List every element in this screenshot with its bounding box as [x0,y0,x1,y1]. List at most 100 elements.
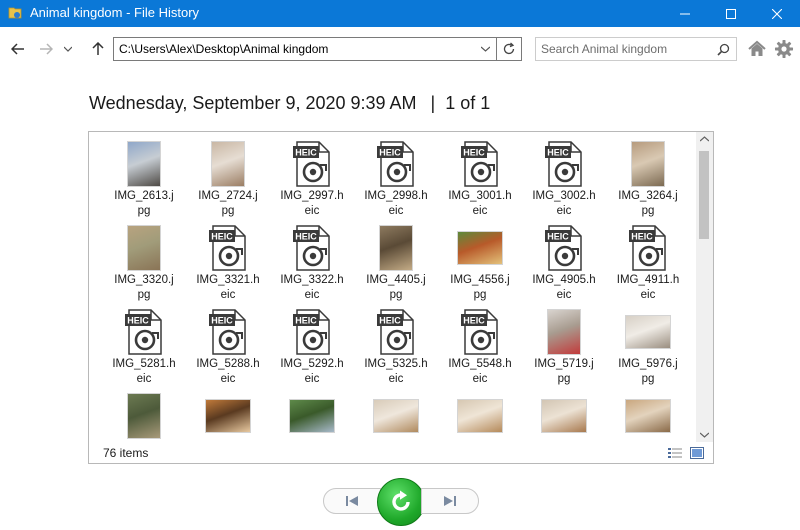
search-box[interactable] [535,37,737,61]
heic-file-icon: HEIC [461,141,498,187]
file-item[interactable] [522,385,606,442]
svg-text:HEIC: HEIC [547,148,569,158]
heic-file-icon: HEIC [125,309,162,355]
file-name-label: IMG_5719.j pg [524,357,604,387]
up-arrow-icon [92,42,104,55]
photo-thumbnail [289,399,335,433]
svg-text:HEIC: HEIC [463,148,485,158]
refresh-button[interactable] [497,37,522,61]
file-item[interactable]: HEIC IMG_5292.h eic [270,301,354,385]
gear-icon[interactable] [774,39,794,59]
heic-file-icon: HEIC [293,225,330,271]
details-view-icon [668,448,682,458]
photo-thumbnail [457,231,503,265]
file-name-line-1: IMG_5281.h [112,358,176,370]
file-name-line-1: IMG_2997.h [280,190,344,202]
file-item[interactable]: HEIC IMG_5288.h eic [186,301,270,385]
refresh-icon [503,42,515,55]
file-item[interactable]: HEIC IMG_2997.h eic [270,133,354,217]
vertical-scrollbar[interactable] [696,132,713,442]
file-item[interactable]: IMG_2724.j pg [186,133,270,217]
next-version-button[interactable] [421,488,479,514]
file-item[interactable]: IMG_5976.j pg [606,301,690,385]
file-name-label: IMG_2613.j pg [104,189,184,219]
file-name-line-1: IMG_5719.j [534,358,594,370]
file-item[interactable]: HEIC IMG_3322.h eic [270,217,354,301]
svg-text:HEIC: HEIC [127,316,149,326]
scroll-up-icon[interactable] [700,136,709,142]
file-name-line-1: IMG_4405.j [366,274,426,286]
file-name-label: IMG_4405.j pg [356,273,436,303]
address-dropdown-button[interactable] [474,38,496,60]
header-separator: | [430,93,436,113]
file-item[interactable] [102,385,186,442]
details-view-button[interactable] [667,445,683,461]
file-item[interactable]: IMG_3264.j pg [606,133,690,217]
item-count: 76 items [103,446,149,460]
heic-file-icon: HEIC [293,141,330,187]
scrollbar-thumb[interactable] [699,151,709,239]
back-button[interactable] [8,39,28,59]
file-grid: IMG_2613.j pg IMG_2724.j pg HEIC IMG_2997.h ei… [89,132,699,442]
file-name-label: IMG_3320.j pg [104,273,184,303]
home-icon[interactable] [747,39,767,59]
heic-file-icon: HEIC [377,309,414,355]
photo-thumbnail [625,315,671,349]
previous-version-button[interactable] [323,488,381,514]
photo-thumbnail [211,141,245,187]
file-item[interactable]: HEIC IMG_2998.h eic [354,133,438,217]
file-name-label: IMG_3322.h eic [272,273,352,303]
file-item[interactable] [354,385,438,442]
restore-button[interactable] [377,478,425,526]
file-item[interactable]: IMG_5719.j pg [522,301,606,385]
recent-locations-button[interactable] [61,39,75,59]
status-bar: 76 items [89,442,713,463]
file-item[interactable]: HEIC IMG_5548.h eic [438,301,522,385]
heic-file-icon: HEIC [209,225,246,271]
photo-thumbnail [127,141,161,187]
file-name-label: IMG_2997.h eic [272,189,352,219]
next-icon [444,496,456,506]
file-item[interactable] [606,385,690,442]
address-bar[interactable]: C:\Users\Alex\Desktop\Animal kingdom [113,37,497,61]
up-button[interactable] [88,39,108,59]
file-name-label: IMG_5548.h eic [440,357,520,387]
heic-file-icon: HEIC [545,141,582,187]
svg-text:HEIC: HEIC [295,316,317,326]
file-item[interactable]: HEIC IMG_4911.h eic [606,217,690,301]
file-name-line-1: IMG_2724.j [198,190,258,202]
file-item[interactable]: IMG_4405.j pg [354,217,438,301]
file-item[interactable] [438,385,522,442]
photo-thumbnail [205,399,251,433]
forward-button[interactable] [36,39,56,59]
photo-thumbnail [625,399,671,433]
close-button[interactable] [754,0,800,27]
file-item[interactable]: IMG_2613.j pg [102,133,186,217]
file-item[interactable]: HEIC IMG_5325.h eic [354,301,438,385]
search-icon[interactable] [717,43,730,56]
file-name-label: IMG_5976.j pg [608,357,688,387]
file-item[interactable]: HEIC IMG_3001.h eic [438,133,522,217]
file-item[interactable]: HEIC IMG_5281.h eic [102,301,186,385]
backup-date-header: Wednesday, September 9, 2020 9:39 AM | 1 o… [89,93,490,114]
file-name-label: IMG_3002.h eic [524,189,604,219]
file-name-line-1: IMG_3264.j [618,190,678,202]
svg-text:HEIC: HEIC [547,232,569,242]
large-icons-view-button[interactable] [689,445,705,461]
file-item[interactable] [270,385,354,442]
file-item[interactable]: HEIC IMG_3321.h eic [186,217,270,301]
file-item[interactable]: HEIC IMG_3002.h eic [522,133,606,217]
file-item[interactable]: IMG_4556.j pg [438,217,522,301]
scroll-down-icon[interactable] [700,432,709,438]
file-item[interactable]: IMG_3320.j pg [102,217,186,301]
search-input[interactable] [541,41,711,57]
heic-file-icon: HEIC [293,309,330,355]
back-arrow-icon [11,43,24,55]
file-item[interactable]: HEIC IMG_4905.h eic [522,217,606,301]
maximize-button[interactable] [708,0,754,27]
file-item[interactable] [186,385,270,442]
window-title: Animal kingdom - File History [30,5,200,20]
minimize-button[interactable] [662,0,708,27]
file-name-line-1: IMG_5325.h [364,358,428,370]
file-name-line-1: IMG_3001.h [448,190,512,202]
